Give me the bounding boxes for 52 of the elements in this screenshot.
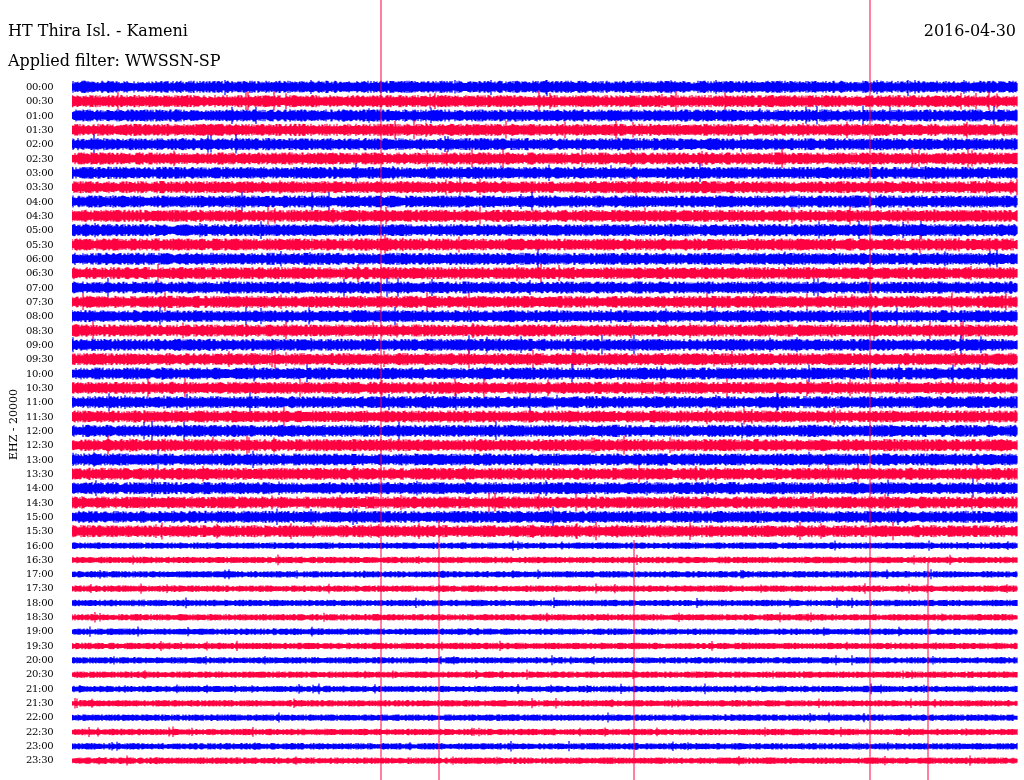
time-label: 21:30	[26, 696, 55, 711]
time-label: 04:00	[26, 194, 55, 209]
time-label: 12:00	[26, 423, 55, 438]
time-label: 08:30	[26, 323, 55, 338]
time-label: 06:00	[26, 251, 55, 266]
time-label: 02:30	[26, 151, 55, 166]
time-label: 14:00	[26, 481, 55, 496]
time-label: 07:00	[26, 280, 55, 295]
time-label: 00:00	[26, 80, 55, 94]
time-label: 13:00	[26, 452, 55, 467]
time-label: 23:00	[26, 739, 55, 754]
time-label: 13:30	[26, 466, 55, 481]
time-label: 00:30	[26, 94, 55, 109]
time-label: 14:30	[26, 495, 55, 510]
time-label: 02:00	[26, 137, 55, 152]
time-label: 18:30	[26, 610, 55, 625]
time-label: 18:00	[26, 595, 55, 610]
time-label: 11:00	[26, 395, 55, 410]
time-label: 22:00	[26, 710, 55, 725]
time-label: 03:30	[26, 180, 55, 195]
filter-label: Applied filter: WWSSN-SP	[7, 50, 222, 72]
time-label: 22:30	[26, 724, 55, 739]
time-label: 10:00	[26, 366, 55, 381]
time-label: 20:00	[26, 653, 55, 668]
time-label: 15:00	[26, 509, 55, 524]
time-label: 19:00	[26, 624, 55, 639]
time-label: 10:30	[26, 380, 55, 395]
time-label: 20:30	[26, 667, 55, 682]
time-label: 06:30	[26, 266, 55, 281]
time-label: 15:30	[26, 524, 55, 539]
time-label: 11:30	[26, 409, 55, 424]
station-title: HT Thira Isl. - Kameni	[8, 20, 188, 42]
time-label: 01:00	[26, 108, 55, 123]
time-label: 16:30	[26, 552, 55, 567]
time-label: 23:30	[26, 753, 55, 768]
time-label: 17:30	[26, 581, 55, 596]
time-label: 05:30	[26, 237, 55, 252]
date-label: 2016-04-30	[923, 20, 1016, 42]
time-label: 03:00	[26, 165, 55, 180]
time-label: 09:00	[26, 337, 55, 352]
time-label: 19:30	[26, 638, 55, 653]
channel-axis-label: EHZ - 20000	[6, 388, 20, 460]
time-label: 17:00	[26, 567, 55, 582]
time-label: 09:30	[26, 352, 55, 367]
time-label: 21:00	[26, 681, 55, 696]
time-label: 16:00	[26, 538, 55, 553]
time-label: 05:00	[26, 223, 55, 238]
time-label: 07:30	[26, 294, 55, 309]
time-label: 04:30	[26, 208, 55, 223]
time-label: 01:30	[26, 123, 55, 137]
time-label: 12:30	[26, 438, 55, 453]
time-label: 08:00	[26, 309, 55, 324]
